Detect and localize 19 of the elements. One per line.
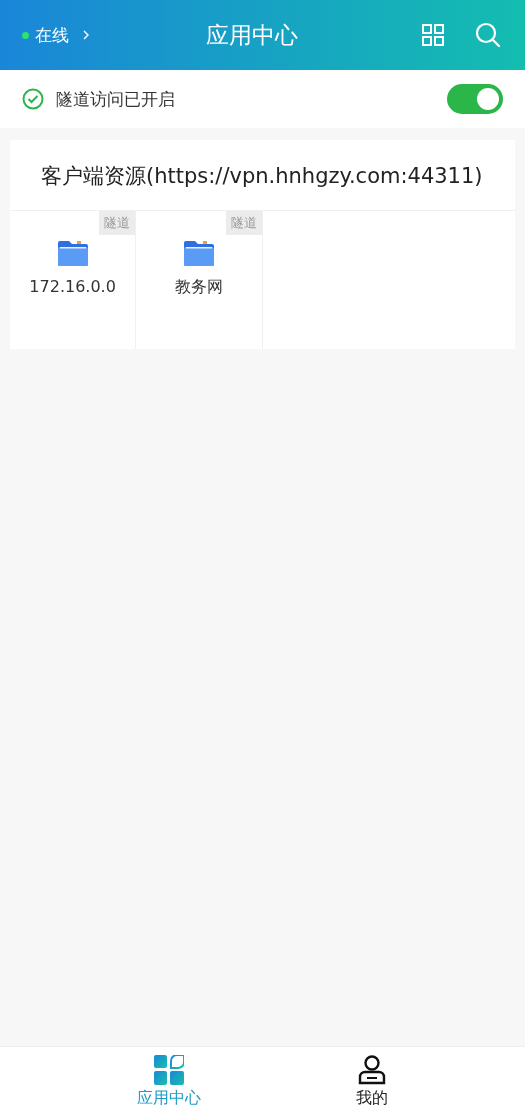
tunnel-switch[interactable] bbox=[447, 84, 503, 114]
tag: 隧道 bbox=[99, 211, 136, 235]
chevron-icon bbox=[83, 30, 89, 40]
page-title: 应用中心 bbox=[204, 20, 299, 50]
grid-icon[interactable] bbox=[421, 23, 445, 47]
search-icon[interactable] bbox=[475, 22, 501, 48]
tunnel-status-label: 隧道访问已开启 bbox=[56, 87, 176, 111]
folder-icon bbox=[56, 239, 89, 267]
nav-tab[interactable]: 我的 bbox=[355, 1047, 388, 1111]
person-icon bbox=[357, 1055, 386, 1085]
app-tile[interactable]: 隧道 172.16.0.0 bbox=[10, 211, 137, 349]
status-link[interactable]: 在线 bbox=[35, 23, 69, 47]
app-tile[interactable]: 隧道 教务网 bbox=[136, 211, 263, 349]
folder-icon bbox=[182, 239, 215, 267]
apps-icon bbox=[154, 1055, 185, 1085]
app-label: 教务网 bbox=[174, 277, 223, 298]
check-circle-icon bbox=[22, 88, 44, 110]
tag: 隧道 bbox=[225, 211, 262, 235]
app-label: 172.16.0.0 bbox=[29, 277, 116, 296]
